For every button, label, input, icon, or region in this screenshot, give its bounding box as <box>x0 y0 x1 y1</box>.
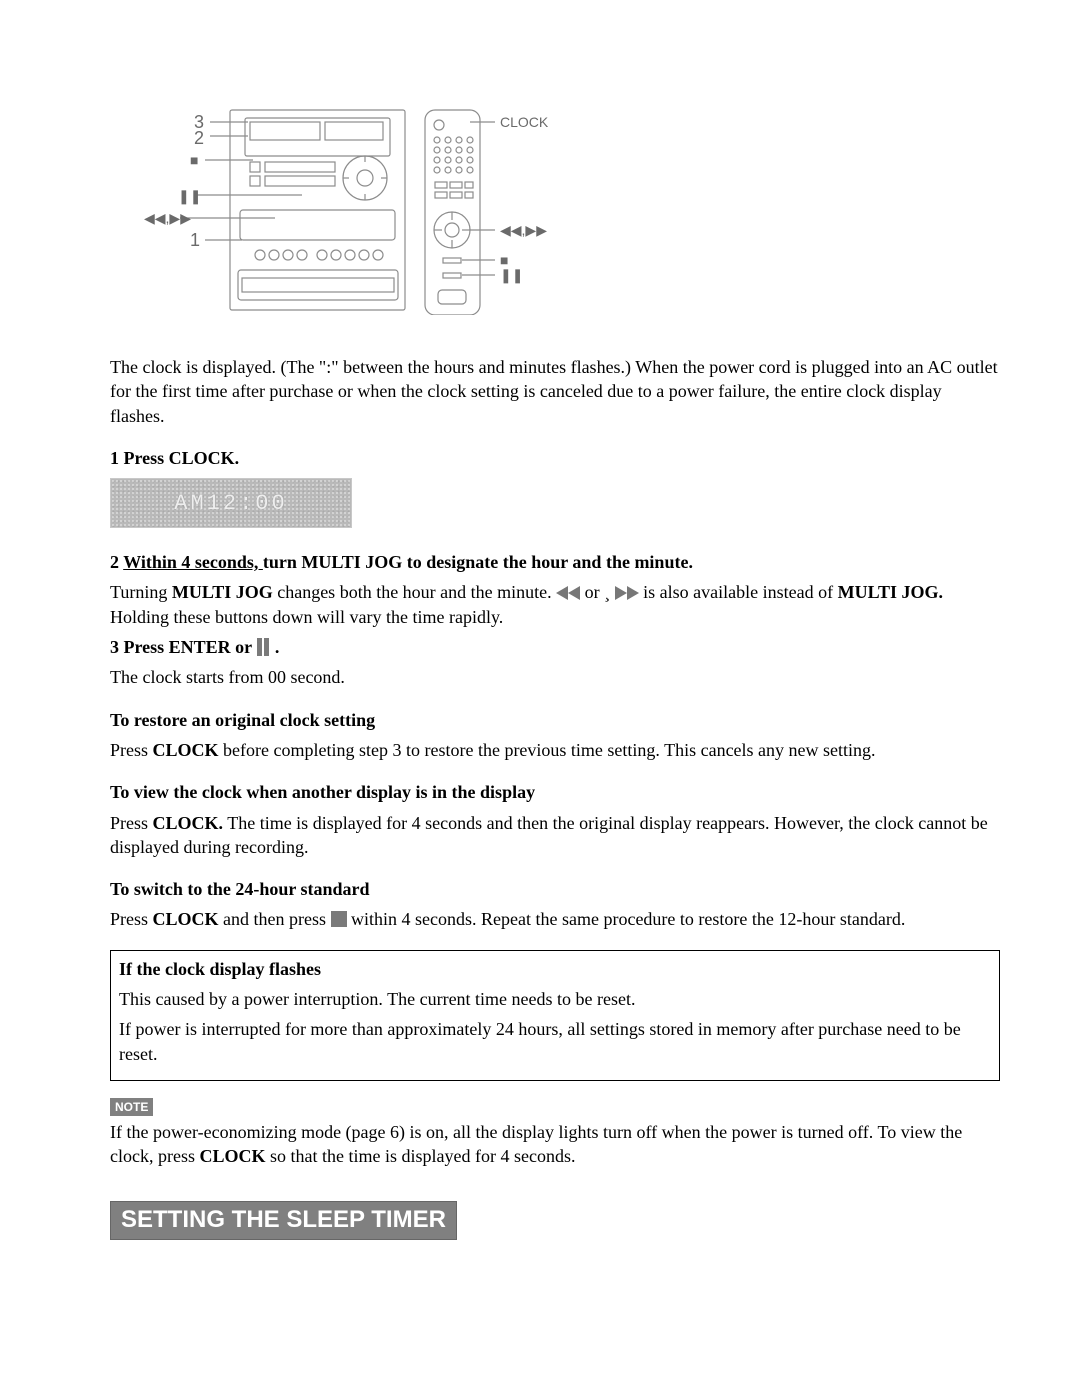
stop-icon <box>331 911 347 927</box>
note-badge: NOTE <box>110 1098 153 1116</box>
diagram-pause-left: ❚❚ <box>178 188 201 205</box>
rewind-icon <box>556 586 580 600</box>
flash-line2: If power is interrupted for more than ap… <box>119 1017 991 1066</box>
view-section: To view the clock when another display i… <box>110 780 1000 859</box>
manual-page: 3 2 ■ ❚❚ ◀◀,▶▶ 1 CLOCK ◀◀,▶▶ ■ ❚❚ The cl… <box>0 0 1080 1320</box>
intro-text: The clock is displayed. (The ":" between… <box>110 355 1000 428</box>
step2-body: Turning MULTI JOG changes both the hour … <box>110 580 1000 629</box>
device-diagram: 3 2 ■ ❚❚ ◀◀,▶▶ 1 CLOCK ◀◀,▶▶ ■ ❚❚ <box>150 100 530 315</box>
diagram-stop-remote: ■ <box>500 252 508 268</box>
step2-rest: turn MULTI JOG to designate the hour and… <box>263 552 693 572</box>
switch24-section: To switch to the 24-hour standard Press … <box>110 877 1000 932</box>
flash-note-box: If the clock display flashes This caused… <box>110 950 1000 1081</box>
switch24-heading: To switch to the 24-hour standard <box>110 877 1000 901</box>
restore-section: To restore an original clock setting Pre… <box>110 708 1000 763</box>
pause-icon <box>256 638 270 656</box>
step3-heading: 3 Press ENTER or . <box>110 635 1000 659</box>
restore-heading: To restore an original clock setting <box>110 708 1000 732</box>
note-body: If the power-economizing mode (page 6) i… <box>110 1120 1000 1169</box>
note-section: NOTE If the power-economizing mode (page… <box>110 1095 1000 1169</box>
lcd-text: AM12:00 <box>174 491 287 516</box>
step1-label: Press CLOCK. <box>124 448 240 468</box>
lcd-display: AM12:00 <box>110 478 352 528</box>
section-heading-sleep-timer: SETTING THE SLEEP TIMER <box>110 1201 457 1240</box>
diagram-rewff-left: ◀◀,▶▶ <box>144 210 191 227</box>
step1-num: 1 <box>110 448 124 468</box>
flash-heading: If the clock display flashes <box>119 957 991 981</box>
step1-heading: 1 Press CLOCK. <box>110 446 1000 470</box>
diagram-svg <box>150 100 530 315</box>
flash-line1: This caused by a power interruption. The… <box>119 987 991 1011</box>
fast-forward-icon <box>615 586 639 600</box>
step2-num: 2 <box>110 552 123 572</box>
diagram-stop-left: ■ <box>190 152 198 168</box>
diagram-num-2: 2 <box>194 128 204 149</box>
diagram-num-1: 1 <box>190 230 200 251</box>
step2-underline: Within 4 seconds, <box>123 552 263 572</box>
view-body: Press CLOCK. The time is displayed for 4… <box>110 811 1000 860</box>
step3-body: The clock starts from 00 second. <box>110 665 1000 689</box>
view-heading: To view the clock when another display i… <box>110 780 1000 804</box>
diagram-clock-label: CLOCK <box>500 114 548 130</box>
switch24-body: Press CLOCK and then press within 4 seco… <box>110 907 1000 931</box>
step3: 3 Press ENTER or . The clock starts from… <box>110 635 1000 690</box>
diagram-rewff-remote: ◀◀,▶▶ <box>500 222 547 239</box>
restore-body: Press CLOCK before completing step 3 to … <box>110 738 1000 762</box>
step2-heading: 2 Within 4 seconds, turn MULTI JOG to de… <box>110 550 1000 574</box>
diagram-pause-remote: ❚❚ <box>500 267 523 284</box>
